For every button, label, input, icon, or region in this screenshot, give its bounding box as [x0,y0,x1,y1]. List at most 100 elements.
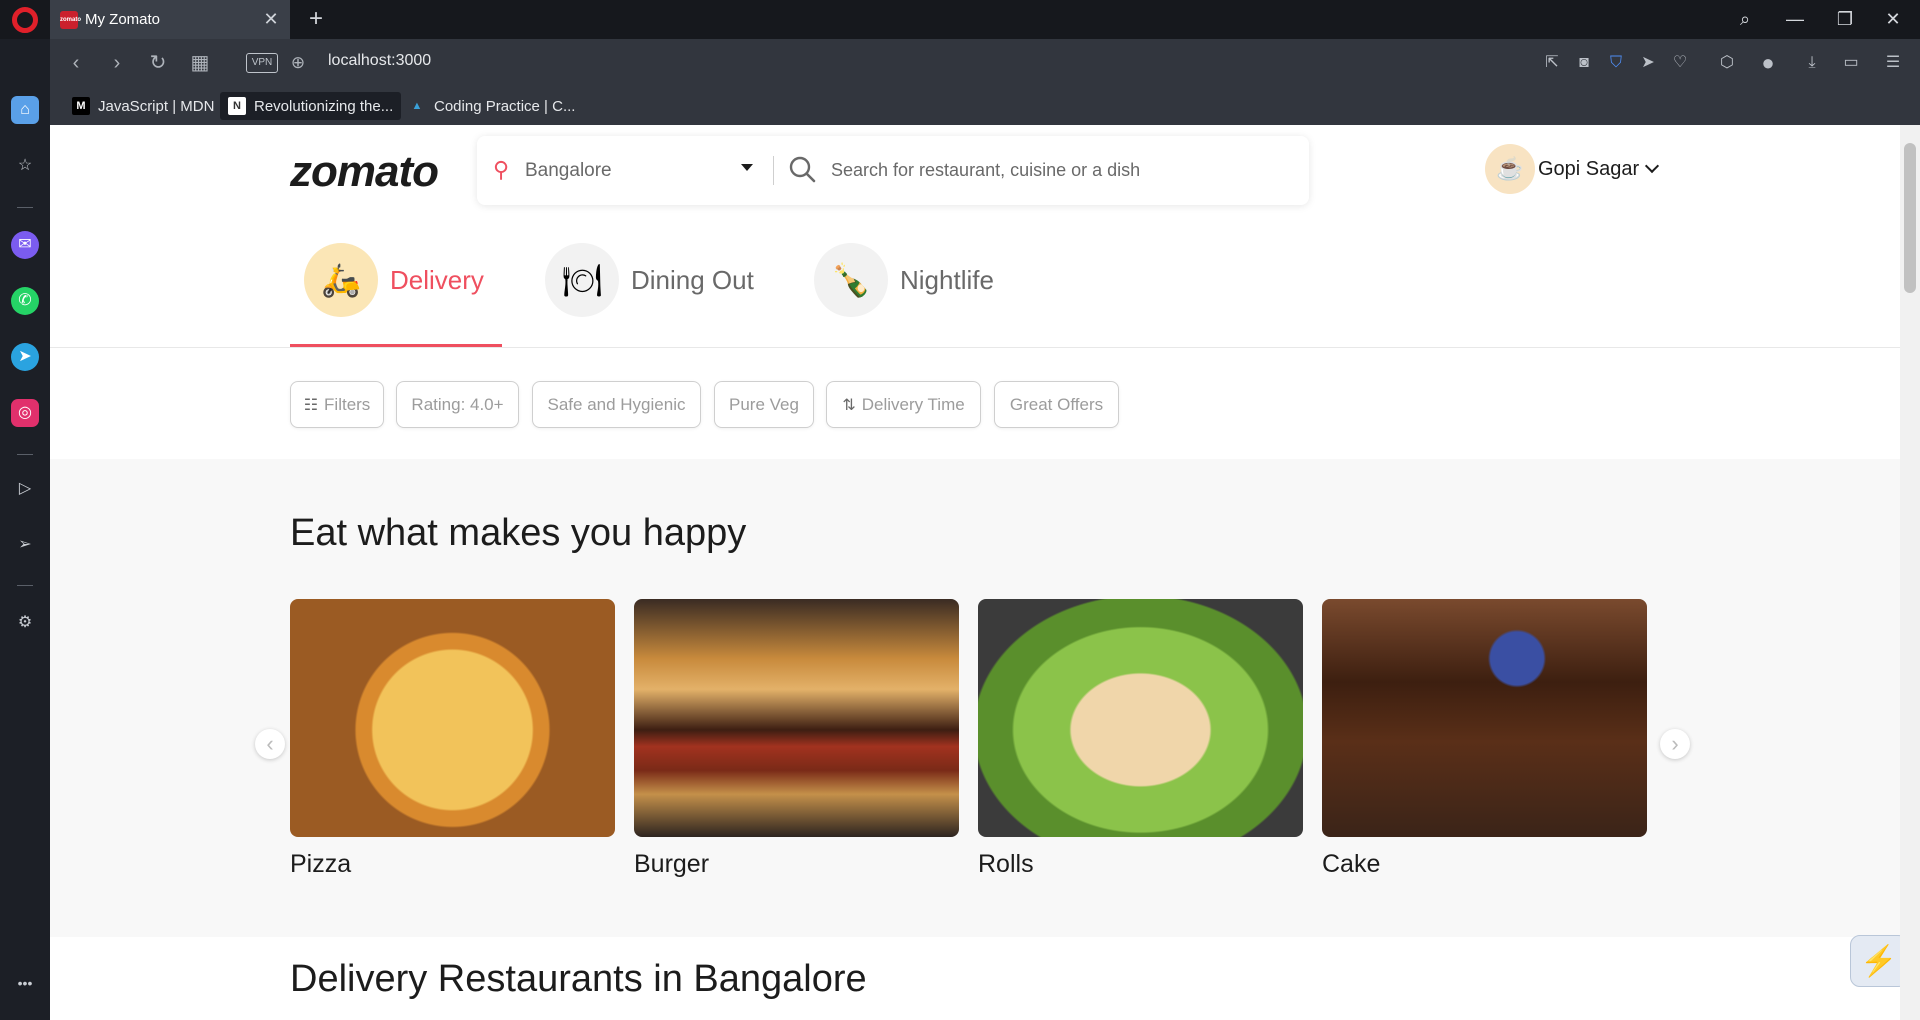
bookmark-label: Revolutionizing the... [254,97,394,115]
zomato-logo[interactable]: zomato [290,147,439,197]
sidebar-divider [17,585,33,586]
reload-icon[interactable]: ↻ [144,49,172,77]
location-select[interactable]: Bangalore [525,160,612,182]
close-window-button[interactable]: ✕ [1873,4,1913,34]
food-name[interactable]: Burger [634,850,709,879]
bookmark-label: JavaScript | MDN [98,97,215,115]
pure-veg-chip[interactable]: Pure Veg [714,381,814,428]
bookmark-coding-practice[interactable]: ▲ Coding Practice | C... [400,92,583,120]
telegram-icon[interactable]: ➤ [11,343,39,371]
easy-setup-icon[interactable]: ☰ [1880,50,1906,76]
heart-icon[interactable]: ♡ [1667,50,1693,76]
safe-hygienic-chip[interactable]: Safe and Hygienic [532,381,701,428]
more-icon[interactable]: ••• [11,969,39,997]
scooter-icon: 🛵 [304,243,378,317]
chip-label: Great Offers [1009,394,1104,414]
zomato-favicon-icon: zomato [60,10,81,29]
opera-sidebar: ⌂ ☆ ✉ ✆ ➤ ◎ ▷ ➢ ⚙ ••• [0,39,50,1020]
carousel-prev-icon[interactable]: ‹ [255,729,285,759]
bookmark-label: Coding Practice | C... [434,97,576,115]
tabs-grid-icon[interactable]: ▦ [186,49,214,77]
profile-icon[interactable]: ● [1755,50,1781,76]
star-icon[interactable]: ☆ [11,152,39,180]
browser-window: zomato My Zomato ✕ + ⌕ — ❐ ✕ ‹ › ↻ ▦ VPN… [0,0,1920,1020]
food-name[interactable]: Rolls [978,850,1034,879]
tabs-divider [50,347,1900,348]
bookmarks-bar: M JavaScript | MDN N Revolutionizing the… [50,87,1920,125]
search-divider [773,156,774,185]
back-icon[interactable]: ‹ [62,49,90,77]
forward-icon[interactable]: › [103,49,131,77]
chip-label: Safe and Hygienic [547,394,686,414]
chip-label: Pure Veg [729,394,799,414]
bookmark-mdn[interactable]: M JavaScript | MDN [64,92,222,120]
filters-button[interactable]: ☷ Filters [290,381,384,428]
title-bar: zomato My Zomato ✕ + ⌕ — ❐ ✕ [0,0,1920,39]
user-name[interactable]: Gopi Sagar [1538,158,1639,181]
shield-icon[interactable]: ⛉ [1603,50,1629,76]
battery-icon[interactable]: ▭ [1838,50,1864,76]
great-offers-chip[interactable]: Great Offers [994,381,1119,428]
browser-tab[interactable]: zomato My Zomato ✕ [50,0,290,39]
search-icon [789,156,816,183]
vpn-badge[interactable]: VPN [246,53,278,73]
chevron-down-icon[interactable] [741,164,753,171]
section-heading: Eat what makes you happy [290,512,747,554]
bottle-icon: 🍾 [814,243,888,317]
opera-logo-icon[interactable] [12,7,38,33]
tab-label: Delivery [390,264,484,295]
user-menu[interactable]: ☕ Gopi Sagar [1485,144,1660,194]
whatsapp-icon[interactable]: ✆ [11,287,39,315]
scrollbar[interactable] [1900,125,1920,1020]
carousel-next-icon[interactable]: › [1660,729,1690,759]
settings-gear-icon[interactable]: ⚙ [11,609,39,637]
sidebar-divider [17,207,33,208]
rolls-image[interactable] [978,599,1303,837]
flow-send-icon[interactable]: ➢ [11,531,39,559]
player-icon[interactable]: ▷ [11,475,39,503]
chevron-down-icon[interactable] [1645,158,1660,174]
chip-label: Rating: 4.0+ [411,394,504,414]
url-field[interactable]: localhost:3000 [328,52,431,70]
share-icon[interactable]: ⇱ [1539,50,1565,76]
camera-icon[interactable]: ◙ [1571,50,1597,76]
sidebar-divider [17,454,33,455]
pizza-image[interactable] [290,599,615,837]
avatar[interactable]: ☕ [1485,144,1535,194]
page-viewport: zomato ⚲ Bangalore ☕ Gopi Sagar 🛵 Delive… [50,125,1920,1020]
tab-label: Dining Out [631,264,754,295]
rating-filter-chip[interactable]: Rating: 4.0+ [396,381,519,428]
minimize-button[interactable]: — [1775,4,1815,34]
home-icon[interactable]: ⌂ [11,96,39,124]
sliders-icon: ☷ [303,396,319,414]
location-search-bar: ⚲ Bangalore [477,136,1309,205]
messenger-icon[interactable]: ✉ [11,231,39,259]
address-bar: ‹ › ↻ ▦ VPN ⊕ localhost:3000 ⇱ ◙ ⛉ ➤ ♡ ⬡… [50,39,1920,87]
tab-nightlife[interactable]: 🍾 Nightlife [814,223,994,337]
mdn-icon: M [72,97,90,115]
burger-image[interactable] [634,599,959,837]
download-icon[interactable]: ⤓ [1799,50,1825,76]
chip-label: Delivery Time [861,394,965,414]
site-icon: N [228,97,246,115]
sort-icon: ⇅ [842,396,856,414]
tab-dining-out[interactable]: 🍽 Dining Out [545,223,754,337]
close-tab-icon[interactable]: ✕ [260,8,282,30]
search-input[interactable] [831,154,1291,186]
instagram-icon[interactable]: ◎ [11,399,39,427]
extensions-cube-icon[interactable]: ⬡ [1714,50,1740,76]
globe-icon[interactable]: ⊕ [284,49,312,77]
dining-icon: 🍽 [545,243,619,317]
restore-button[interactable]: ❐ [1825,4,1865,34]
bookmark-revolutionizing[interactable]: N Revolutionizing the... [220,92,402,120]
delivery-time-chip[interactable]: ⇅ Delivery Time [826,381,981,428]
send-icon[interactable]: ➤ [1635,50,1661,76]
mountain-icon: ▲ [411,100,423,112]
search-tabs-icon[interactable]: ⌕ [1725,4,1765,34]
cake-image[interactable] [1322,599,1647,837]
food-name[interactable]: Pizza [290,850,351,879]
scrollbar-thumb[interactable] [1904,143,1916,293]
food-name[interactable]: Cake [1322,850,1380,879]
new-tab-button[interactable]: + [302,5,330,33]
tab-delivery[interactable]: 🛵 Delivery [304,223,484,337]
